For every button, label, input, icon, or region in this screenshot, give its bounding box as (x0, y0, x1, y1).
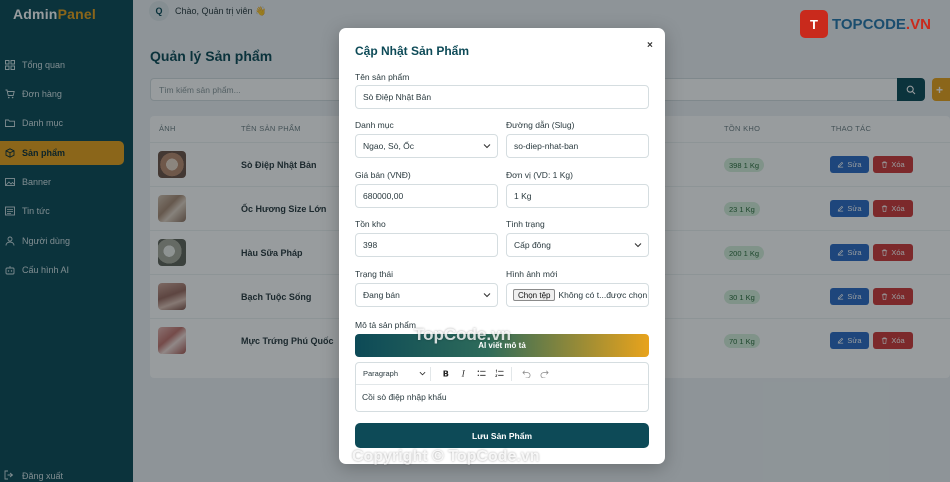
edit-product-modal: Cập Nhật Sản Phẩm × Tên sản phẩm Sò Điệp… (339, 28, 665, 464)
logo-text: TOPCODE.VN (832, 16, 931, 33)
logo-text-main: TOPCODE (832, 15, 906, 33)
status-label: Trạng thái (355, 269, 393, 279)
name-label: Tên sản phẩm (355, 72, 410, 82)
file-status-text: Không có t...được chọn (558, 290, 648, 300)
slug-field[interactable]: so-diep-nhat-ban (506, 134, 649, 158)
category-value: Ngao, Sò, Ốc (363, 141, 415, 151)
editor-toolbar: Paragraph B I (356, 363, 648, 385)
bullet-list-icon (477, 370, 486, 377)
modal-title: Cập Nhật Sản Phẩm (355, 44, 470, 58)
category-select[interactable]: Ngao, Sò, Ốc (355, 134, 498, 158)
editor-content[interactable]: Cồi sò điệp nhập khẩu (362, 392, 447, 402)
condition-label: Tình trạng (506, 219, 545, 229)
stock-field[interactable]: 398 (355, 233, 498, 257)
description-label: Mô tả sản phẩm (355, 320, 416, 330)
logo-text-tld: .VN (905, 15, 931, 33)
choose-file-button[interactable]: Chọn tệp (513, 289, 556, 301)
bold-icon: B (442, 369, 448, 378)
svg-text:I: I (460, 369, 465, 378)
copyright-watermark: Copyright © TopCode.vn (352, 448, 540, 465)
description-editor: Paragraph B I Cồi sò điệp nhập khẩu (355, 362, 649, 412)
condition-value: Cấp đông (514, 240, 551, 250)
italic-button[interactable]: I (455, 367, 471, 381)
price-field[interactable]: 680000,00 (355, 184, 498, 208)
stock-label: Tồn kho (355, 219, 386, 229)
svg-text:B: B (442, 369, 448, 378)
image-file-input[interactable]: Chọn tệp Không có t...được chọn (506, 283, 649, 307)
numbered-list-icon (494, 369, 504, 377)
status-value: Đang bán (363, 290, 400, 300)
name-field[interactable]: Sò Điệp Nhật Bản (355, 85, 649, 109)
chevron-down-icon (483, 144, 491, 149)
unit-label: Đơn vị (VD: 1 Kg) (506, 170, 573, 180)
undo-button[interactable] (518, 367, 534, 381)
topcode-logo-watermark: T TOPCODE.VN (800, 9, 931, 39)
bold-button[interactable]: B (437, 367, 453, 381)
redo-icon (540, 370, 549, 378)
close-icon[interactable]: × (647, 40, 653, 51)
toolbar-divider (511, 366, 512, 381)
category-label: Danh mục (355, 120, 394, 130)
undo-icon (521, 370, 530, 378)
numbered-list-button[interactable] (491, 367, 507, 381)
paragraph-format-value: Paragraph (363, 369, 399, 378)
italic-icon: I (460, 369, 465, 378)
chevron-down-icon (483, 293, 491, 298)
price-label: Giá bán (VNĐ) (355, 170, 411, 180)
redo-button[interactable] (536, 367, 552, 381)
logo-mark: T (800, 10, 828, 38)
chevron-down-icon (634, 243, 642, 248)
watermark-text: TopCode.vn (414, 325, 511, 344)
status-select[interactable]: Đang bán (355, 283, 498, 307)
condition-select[interactable]: Cấp đông (506, 233, 649, 257)
paragraph-format-select[interactable]: Paragraph (363, 366, 431, 381)
bullet-list-button[interactable] (473, 367, 489, 381)
save-product-button[interactable]: Lưu Sản Phẩm (355, 423, 649, 448)
chevron-down-icon (419, 371, 426, 376)
image-label: Hình ảnh mới (506, 269, 558, 279)
unit-field[interactable]: 1 Kg (506, 184, 649, 208)
slug-label: Đường dẫn (Slug) (506, 120, 575, 130)
